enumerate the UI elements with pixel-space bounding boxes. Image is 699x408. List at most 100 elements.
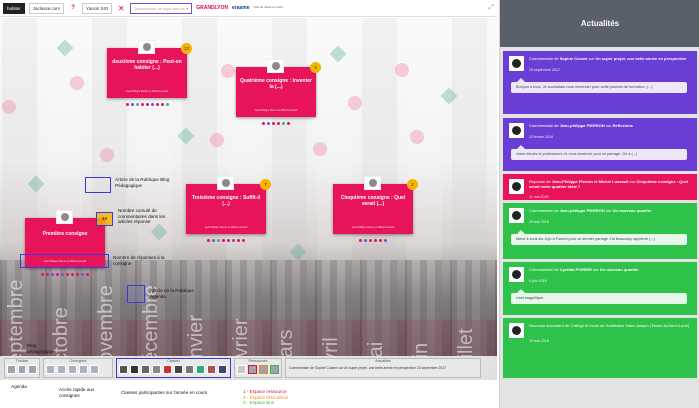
activity-author[interactable]: Jean-philippe PIERRON (560, 123, 605, 128)
partner-logo-grandlyon: GRANDLYON (196, 5, 228, 11)
class-dot[interactable] (212, 239, 215, 242)
consigne-card-5[interactable]: Cinquième consigne : Quel serait (...) J… (333, 176, 418, 242)
class-dot[interactable] (86, 273, 89, 276)
consigne-card-2[interactable]: deuxième consigne : Peut-on habiter (...… (107, 40, 192, 106)
class-dot[interactable] (46, 273, 49, 276)
month-column: septembre (2, 18, 37, 380)
consigne-shortcut-icon[interactable] (90, 365, 99, 374)
class-dot[interactable] (379, 239, 382, 242)
group-classes[interactable]: Classes (116, 358, 231, 378)
consigne-shortcut-icon[interactable] (46, 365, 55, 374)
close-icon[interactable]: ✕ (116, 4, 126, 13)
consigne-shortcut-icon[interactable] (68, 365, 77, 374)
class-dot[interactable] (160, 103, 164, 106)
class-avatar-icon[interactable] (152, 365, 161, 374)
help-icon[interactable]: ? (68, 5, 78, 11)
class-dot[interactable] (165, 103, 169, 106)
group-theatre[interactable]: Théâtre (4, 358, 40, 378)
activity-comment: c'est magnifique (511, 289, 687, 304)
activity-target[interactable]: Un nouveau quartier (600, 267, 639, 272)
resource-icon[interactable] (237, 365, 246, 374)
class-dot[interactable] (282, 122, 285, 125)
activity-author[interactable]: Jean-philippe PIERRON (560, 208, 605, 213)
activity-item[interactable]: Nouveau document de Collège et école de … (503, 318, 697, 378)
class-dot[interactable] (374, 239, 377, 242)
group-actualites[interactable]: Actualités Commentaire de Sophie Cusset … (285, 358, 481, 378)
class-dot[interactable] (71, 273, 74, 276)
fullscreen-icon[interactable]: ⤢ (488, 4, 494, 12)
activity-item[interactable]: Réponse de Jean-Philippe Pierron et Mich… (503, 174, 697, 200)
class-dot[interactable] (217, 239, 220, 242)
espace-bus-icon[interactable] (270, 365, 279, 374)
class-dot[interactable] (359, 239, 362, 242)
class-dot[interactable] (150, 103, 154, 106)
class-avatar-icon[interactable] (119, 365, 128, 374)
profile-button[interactable]: Yassin SIO (82, 2, 113, 14)
class-avatar-icon[interactable] (218, 365, 227, 374)
espace-ressource-icon[interactable] (248, 365, 257, 374)
class-dot[interactable] (66, 273, 69, 276)
class-dot[interactable] (287, 122, 290, 125)
class-avatar-icon[interactable] (174, 365, 183, 374)
group-consignes[interactable]: Consignes (43, 358, 113, 378)
class-avatar-icon[interactable] (141, 365, 150, 374)
class-dot[interactable] (56, 273, 59, 276)
eye-icon[interactable] (7, 365, 16, 374)
class-dot[interactable] (135, 103, 139, 106)
class-dot[interactable] (364, 239, 367, 242)
activity-item[interactable]: Commentaire de Cynthia POIRIER sur Un no… (503, 262, 697, 315)
card-title: Troisième consigne : Suffit-il (...) (191, 195, 261, 207)
activity-item[interactable]: Commentaire de Jean-philippe PIERRON sur… (503, 203, 697, 259)
activity-target[interactable]: Un nouveau quartier (613, 208, 652, 213)
activity-author[interactable]: Sophie Cusset (560, 56, 588, 61)
class-avatar-icon[interactable] (185, 365, 194, 374)
consigne-card-4[interactable]: Quatrième consigne : Inventer la (...) J… (236, 59, 321, 125)
blog-article-marker[interactable] (85, 177, 111, 193)
class-dot[interactable] (130, 103, 134, 106)
class-dot[interactable] (272, 122, 275, 125)
class-dot[interactable] (61, 273, 64, 276)
blog-icon[interactable] (17, 365, 27, 374)
site-link[interactable]: Jaclasse.com (28, 2, 65, 14)
class-dot[interactable] (237, 239, 240, 242)
espace-discussion-icon[interactable] (259, 365, 268, 374)
class-dot[interactable] (232, 239, 235, 242)
agenda-icon[interactable] (28, 365, 38, 374)
class-dot[interactable] (207, 239, 210, 242)
class-avatar-icon[interactable] (130, 365, 139, 374)
activity-header: Commentaire de Jean-philippe PIERRON sur… (529, 208, 691, 213)
class-dot[interactable] (51, 273, 54, 276)
class-dot[interactable] (222, 239, 225, 242)
consigne-card-3[interactable]: Troisième consigne : Suffit-il (...) Jea… (186, 176, 271, 242)
rubrique-selector[interactable]: Sélectionner un sujet afin de vérifier v… (130, 2, 193, 14)
class-dot[interactable] (76, 273, 79, 276)
class-avatar-icon[interactable] (207, 365, 216, 374)
class-dot[interactable] (267, 122, 270, 125)
app-logo[interactable]: habiter (3, 2, 25, 14)
group-ressources[interactable]: Ressources (234, 358, 282, 378)
agenda-article-marker[interactable] (127, 285, 145, 303)
class-dot[interactable] (145, 103, 149, 106)
class-dot[interactable] (81, 273, 84, 276)
activity-target[interactable]: Réflexions (613, 123, 633, 128)
class-dot[interactable] (155, 103, 159, 106)
class-dot[interactable] (125, 103, 129, 106)
consigne-shortcut-icon[interactable] (79, 365, 88, 374)
activity-author[interactable]: Cynthia POIRIER (560, 267, 592, 272)
class-dot[interactable] (277, 122, 280, 125)
class-dot[interactable] (140, 103, 144, 106)
activity-connector: sur (588, 56, 595, 61)
class-avatar-icon[interactable] (163, 365, 172, 374)
class-dot[interactable] (41, 273, 44, 276)
class-dot[interactable] (384, 239, 387, 242)
class-dot[interactable] (369, 239, 372, 242)
activity-item[interactable]: Commentaire de Sophie Cusset sur Un supe… (503, 51, 697, 114)
consigne-shortcut-icon[interactable] (57, 365, 66, 374)
class-avatar-icon[interactable] (196, 365, 205, 374)
class-dot[interactable] (262, 122, 265, 125)
class-dot[interactable] (242, 239, 245, 242)
activity-item[interactable]: Commentaire de Jean-philippe PIERRON sur… (503, 118, 697, 171)
comment-count-marker[interactable]: 24 (96, 212, 113, 226)
activity-target[interactable]: Un super projet, une belle année en pers… (595, 56, 686, 61)
class-dot[interactable] (227, 239, 230, 242)
